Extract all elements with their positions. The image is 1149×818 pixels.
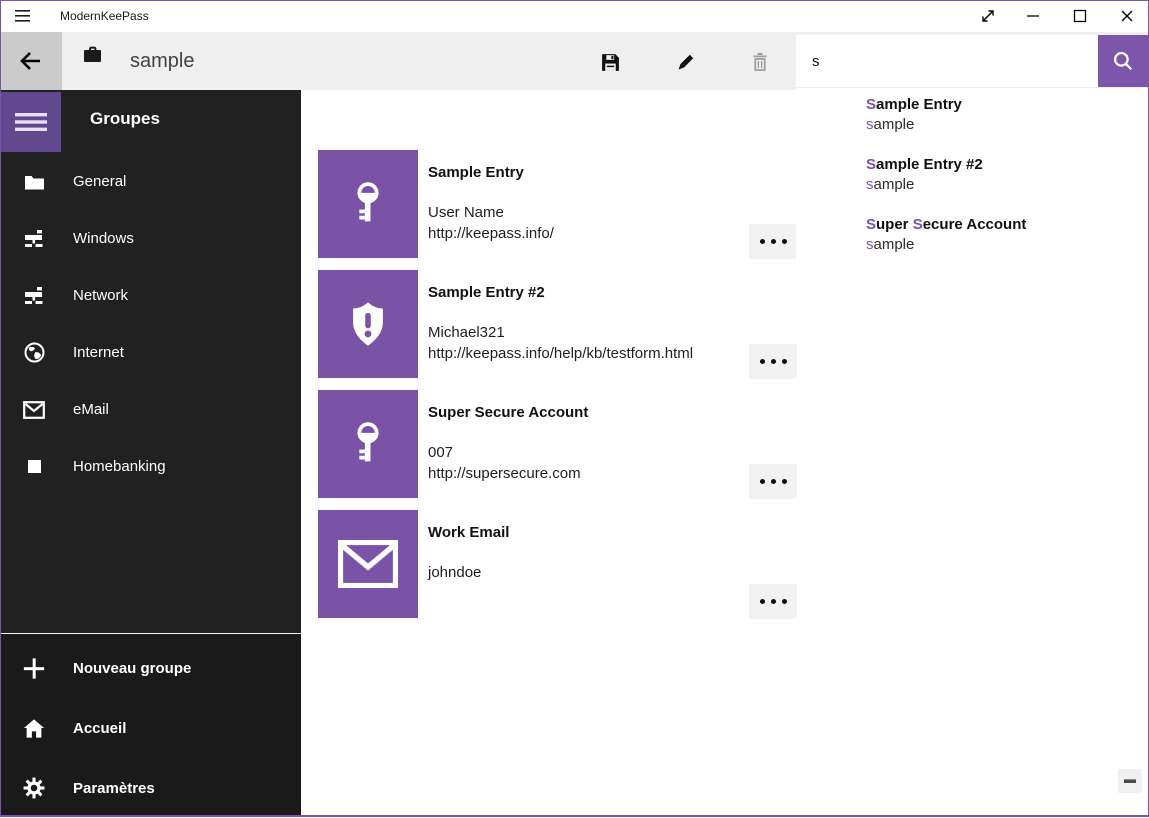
entry-title: Sample Entry #2 bbox=[428, 284, 545, 301]
delete-button[interactable] bbox=[740, 42, 780, 82]
square-icon bbox=[23, 459, 45, 474]
suggestion-title: Sample Entry #2 bbox=[866, 156, 1136, 173]
system-menu-icon[interactable] bbox=[14, 8, 34, 24]
back-arrow-icon bbox=[19, 50, 43, 72]
network-icon bbox=[23, 286, 45, 305]
entry-tile bbox=[318, 150, 418, 258]
entry-title: Sample Entry bbox=[428, 164, 524, 181]
ellipsis-icon bbox=[760, 359, 765, 364]
back-button[interactable] bbox=[0, 32, 62, 90]
sidebar-item-label: Network bbox=[73, 287, 128, 304]
entry-url: http://supersecure.com bbox=[428, 465, 581, 482]
envelope-icon bbox=[338, 540, 398, 588]
sidebar-item-label: Internet bbox=[73, 344, 124, 361]
more-button[interactable] bbox=[749, 224, 797, 259]
sidebar-separator bbox=[1, 633, 301, 634]
suggestion-subtitle: sample bbox=[866, 176, 1136, 193]
suggestion-item[interactable]: Sample Entry sample bbox=[866, 96, 1136, 148]
entry-title: Work Email bbox=[428, 524, 509, 541]
edit-button[interactable] bbox=[666, 42, 706, 82]
entry-username: johndoe bbox=[428, 564, 481, 581]
sidebar-item-label: Windows bbox=[73, 230, 134, 247]
entry-row-work-email[interactable]: Work Email johndoe bbox=[318, 510, 798, 618]
entry-title: Super Secure Account bbox=[428, 404, 588, 421]
entry-url: http://keepass.info/help/kb/testform.htm… bbox=[428, 345, 693, 362]
hamburger-menu-button[interactable] bbox=[1, 92, 61, 152]
sidebar-item-new-group[interactable]: Nouveau groupe bbox=[1, 638, 301, 698]
suggestion-title: Sample Entry bbox=[866, 96, 1136, 113]
sidebar-item-label: Nouveau groupe bbox=[73, 660, 191, 677]
trash-icon bbox=[750, 52, 770, 72]
entry-tile bbox=[318, 510, 418, 618]
entry-username: User Name bbox=[428, 204, 504, 221]
ellipsis-icon bbox=[760, 479, 765, 484]
save-button[interactable] bbox=[590, 42, 630, 82]
database-briefcase-icon bbox=[83, 46, 102, 63]
entry-row-sample-entry-2[interactable]: Sample Entry #2 Michael321 http://keepas… bbox=[318, 270, 798, 378]
suggestion-item[interactable]: Sample Entry #2 sample bbox=[866, 156, 1136, 208]
globe-icon bbox=[23, 342, 45, 363]
key-icon bbox=[337, 413, 399, 475]
sidebar-item-label: eMail bbox=[73, 401, 109, 418]
more-button[interactable] bbox=[749, 344, 797, 379]
search-icon bbox=[1112, 50, 1134, 72]
home-icon bbox=[23, 718, 45, 739]
window-title: ModernKeePass bbox=[60, 0, 149, 32]
minus-icon bbox=[1124, 779, 1136, 783]
sidebar-item-home[interactable]: Accueil bbox=[1, 698, 301, 758]
entry-url: http://keepass.info/ bbox=[428, 225, 554, 242]
sidebar-item-label: Homebanking bbox=[73, 458, 166, 475]
sidebar-item-settings[interactable]: Paramètres bbox=[1, 758, 301, 818]
entry-tile bbox=[318, 270, 418, 378]
minimize-button[interactable] bbox=[1010, 0, 1055, 32]
entry-row-sample-entry[interactable]: Sample Entry User Name http://keepass.in… bbox=[318, 150, 798, 258]
search-button[interactable] bbox=[1098, 35, 1148, 87]
network-icon bbox=[23, 229, 45, 248]
entry-username: 007 bbox=[428, 444, 453, 461]
sidebar-item-windows[interactable]: Windows bbox=[1, 210, 301, 267]
maximize-button[interactable] bbox=[1057, 0, 1102, 32]
sidebar-item-internet[interactable]: Internet bbox=[1, 324, 301, 381]
database-title: sample bbox=[130, 32, 194, 90]
search-input[interactable] bbox=[796, 35, 1098, 87]
pencil-icon bbox=[676, 52, 696, 72]
folder-icon bbox=[23, 173, 45, 191]
key-icon bbox=[337, 173, 399, 235]
envelope-icon bbox=[23, 401, 45, 419]
plus-icon bbox=[23, 656, 45, 681]
entry-tile bbox=[318, 390, 418, 498]
search-suggestions-popup: Sample Entry sample Sample Entry #2 samp… bbox=[796, 88, 1148, 283]
zoom-out-button[interactable] bbox=[1118, 769, 1142, 793]
sidebar-item-general[interactable]: General bbox=[1, 153, 301, 210]
sidebar-item-label: General bbox=[73, 173, 126, 190]
suggestion-title: Super Secure Account bbox=[866, 216, 1136, 233]
sidebar-item-homebanking[interactable]: Homebanking bbox=[1, 438, 301, 495]
fullscreen-button[interactable] bbox=[965, 0, 1010, 32]
shield-exclamation-icon bbox=[337, 293, 399, 355]
titlebar: ModernKeePass bbox=[0, 0, 1149, 32]
suggestion-subtitle: sample bbox=[866, 236, 1136, 253]
entry-username: Michael321 bbox=[428, 324, 505, 341]
entry-row-super-secure-account[interactable]: Super Secure Account 007 http://supersec… bbox=[318, 390, 798, 498]
sidebar-item-label: Accueil bbox=[73, 720, 126, 737]
close-button[interactable] bbox=[1104, 0, 1149, 32]
suggestion-subtitle: sample bbox=[866, 116, 1136, 133]
sidebar-item-label: Paramètres bbox=[73, 780, 155, 797]
sidebar-item-network[interactable]: Network bbox=[1, 267, 301, 324]
suggestion-item[interactable]: Super Secure Account sample bbox=[866, 216, 1136, 268]
sidebar-item-email[interactable]: eMail bbox=[1, 381, 301, 438]
hamburger-icon bbox=[14, 111, 48, 133]
ellipsis-icon bbox=[760, 599, 765, 604]
more-button[interactable] bbox=[749, 464, 797, 499]
gear-icon bbox=[23, 777, 45, 799]
save-icon bbox=[600, 52, 621, 73]
ellipsis-icon bbox=[760, 239, 765, 244]
more-button[interactable] bbox=[749, 584, 797, 619]
groups-heading: Groupes bbox=[90, 109, 160, 129]
